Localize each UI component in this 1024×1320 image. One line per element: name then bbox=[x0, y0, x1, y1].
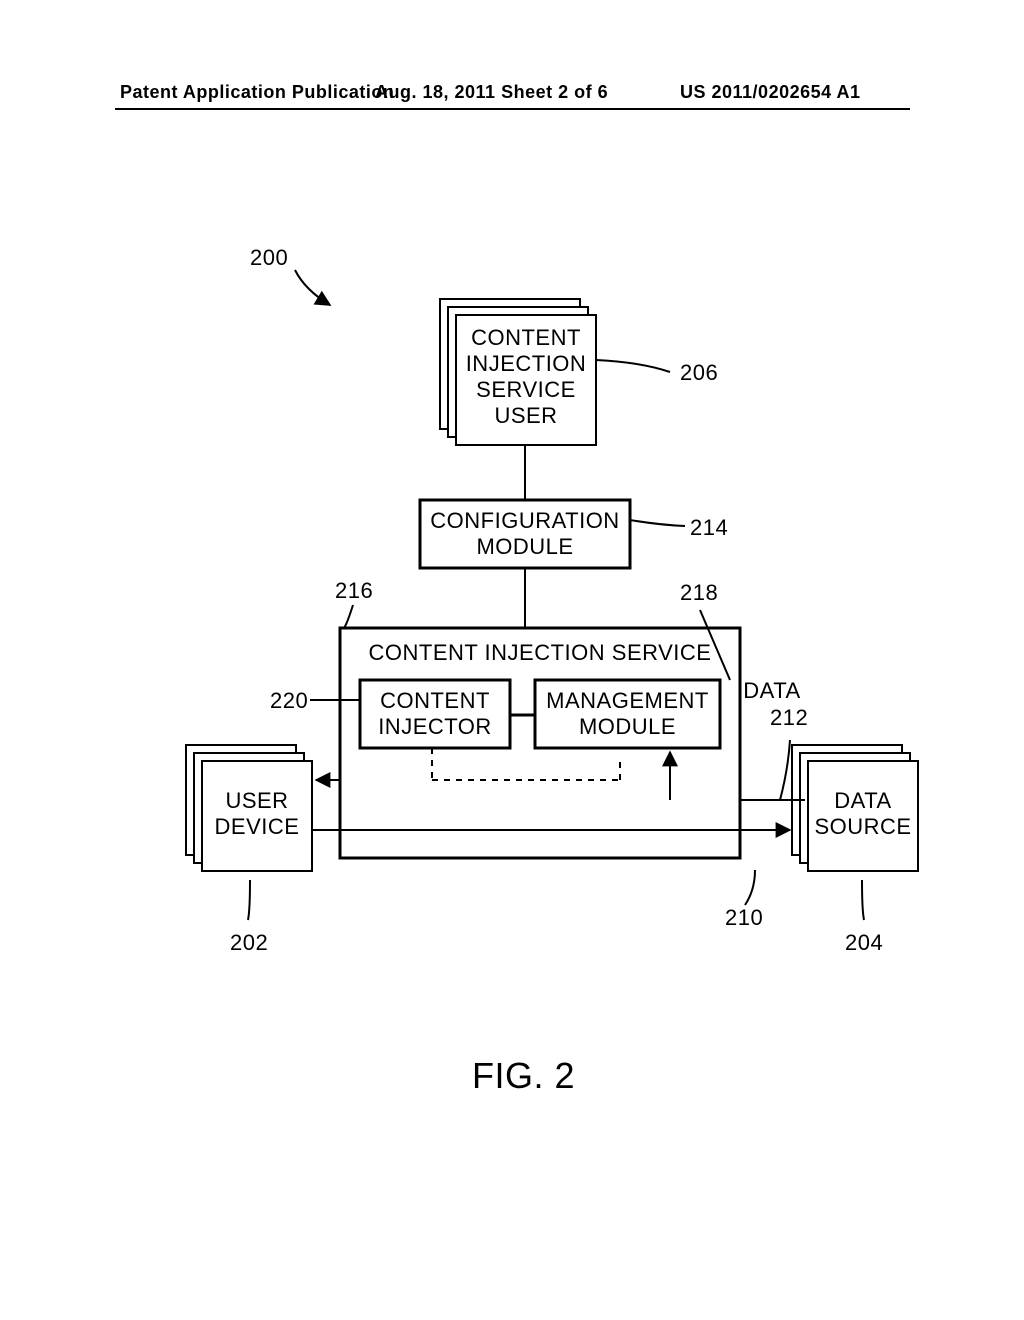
ref-212: 212 bbox=[770, 705, 808, 731]
page: Patent Application Publication Aug. 18, … bbox=[0, 0, 1024, 1320]
text-service: CONTENT INJECTION SERVICE bbox=[340, 640, 740, 666]
ref-202-leader bbox=[248, 880, 250, 920]
ref-210: 210 bbox=[725, 905, 763, 931]
ref-206-leader bbox=[596, 360, 670, 372]
ref-200: 200 bbox=[250, 245, 288, 271]
text-data: DATA bbox=[742, 678, 802, 704]
text-mgmt: MANAGEMENT MODULE bbox=[535, 688, 720, 740]
figure-caption: FIG. 2 bbox=[472, 1055, 575, 1097]
ref-200-leader bbox=[295, 270, 330, 305]
ref-202: 202 bbox=[230, 930, 268, 956]
text-injector: CONTENT INJECTOR bbox=[360, 688, 510, 740]
text-data-source: DATA SOURCE bbox=[808, 788, 918, 840]
ref-206: 206 bbox=[680, 360, 718, 386]
ref-220: 220 bbox=[270, 688, 308, 714]
ref-204-leader bbox=[862, 880, 864, 920]
ref-210-leader bbox=[745, 870, 755, 905]
ref-204: 204 bbox=[845, 930, 883, 956]
ref-216-leader bbox=[343, 605, 353, 628]
ref-214-leader bbox=[630, 520, 685, 526]
text-config: CONFIGURATION MODULE bbox=[420, 508, 630, 560]
ref-212-leader bbox=[780, 740, 790, 800]
ref-216: 216 bbox=[335, 578, 373, 604]
ref-214: 214 bbox=[690, 515, 728, 541]
text-user-device: USER DEVICE bbox=[202, 788, 312, 840]
ref-218: 218 bbox=[680, 580, 718, 606]
text-cis-user: CONTENT INJECTION SERVICE USER bbox=[456, 325, 596, 429]
